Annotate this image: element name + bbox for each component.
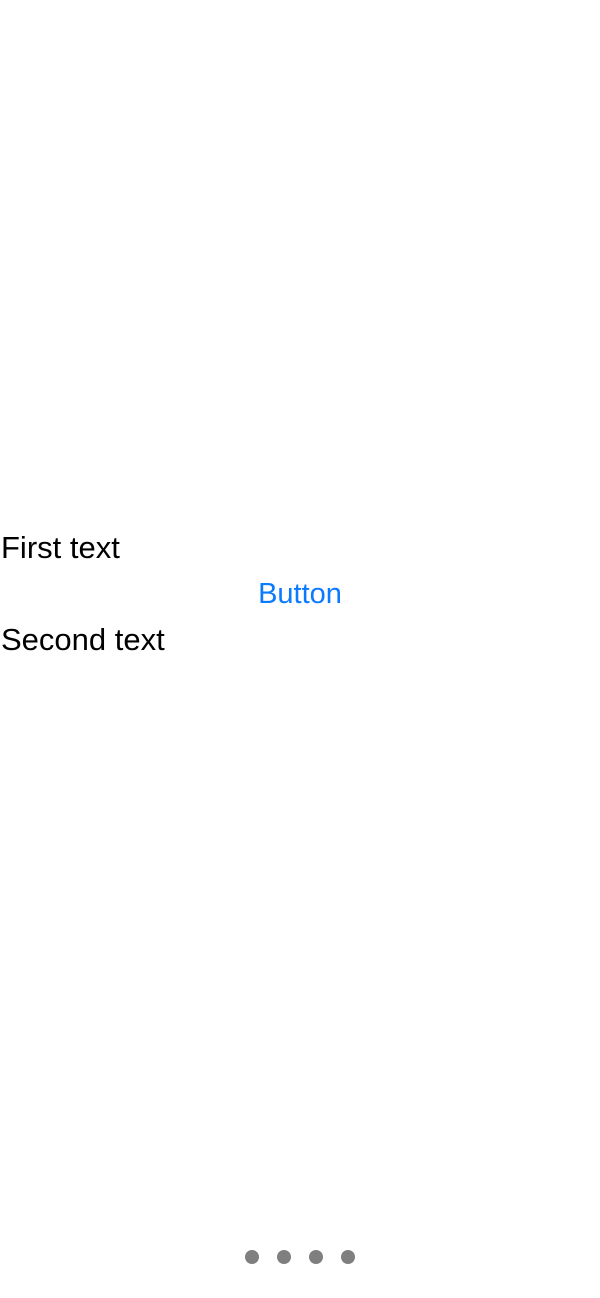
second-text-label: Second text xyxy=(1,622,165,657)
primary-button[interactable]: Button xyxy=(248,568,352,620)
page-dot-4[interactable] xyxy=(341,1250,355,1264)
content-stack: First text Button Second text xyxy=(0,528,600,660)
page-dot-1[interactable] xyxy=(245,1250,259,1264)
app-screen: First text Button Second text xyxy=(0,0,600,1298)
page-dot-2[interactable] xyxy=(277,1250,291,1264)
page-control[interactable] xyxy=(0,1250,600,1264)
first-text-label: First text xyxy=(1,530,120,565)
page-dot-3[interactable] xyxy=(309,1250,323,1264)
